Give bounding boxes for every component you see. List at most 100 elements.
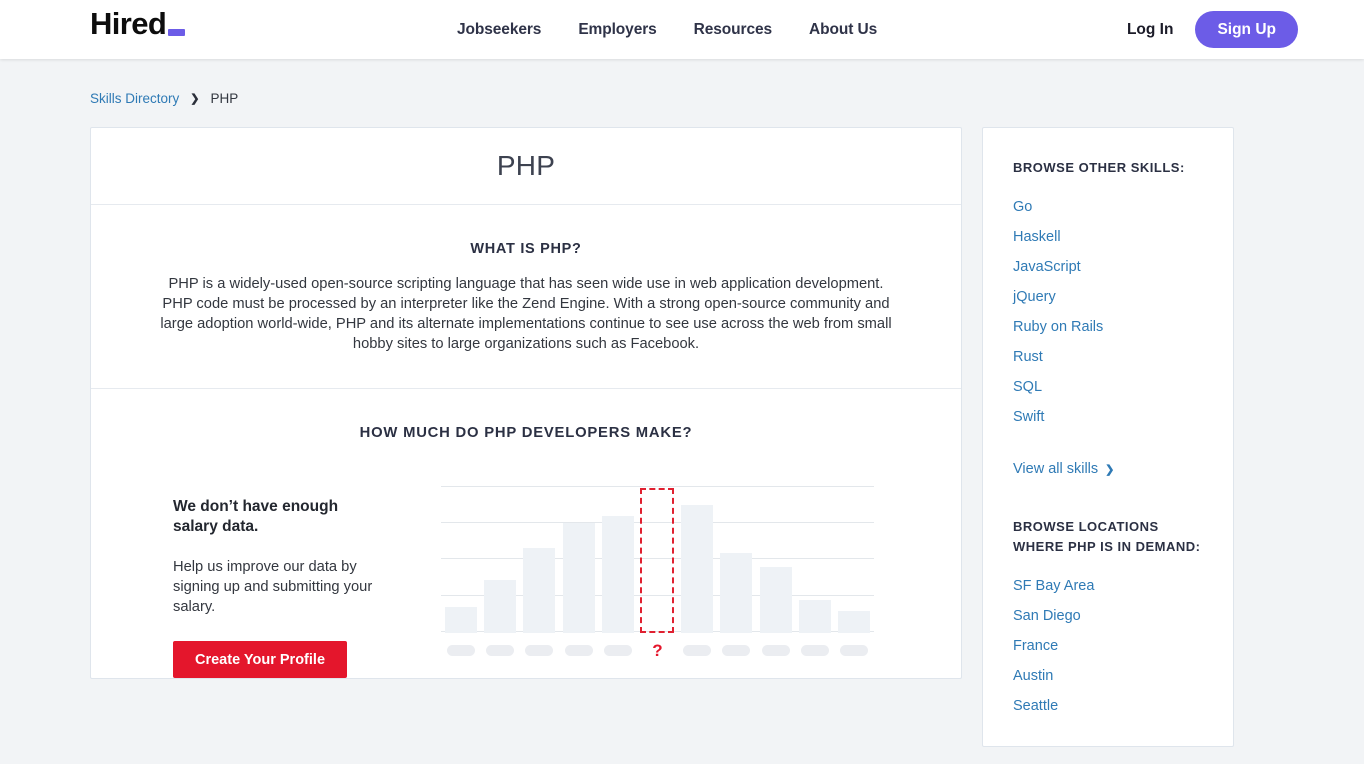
sidebar-item-rust[interactable]: Rust: [1013, 349, 1203, 365]
nav-item-about-us[interactable]: About Us: [809, 21, 877, 39]
chart-bar-slot: [835, 487, 874, 633]
chart-bar-slot: [441, 487, 480, 633]
sidebar-item-austin[interactable]: Austin: [1013, 668, 1203, 684]
chart-axis-tick: [756, 644, 795, 657]
chevron-right-icon: ❯: [190, 93, 200, 105]
chart-axis-tick: [559, 644, 598, 657]
site-header: Hired Jobseekers Employers Resources Abo…: [0, 0, 1364, 59]
chart-bar: [444, 607, 477, 633]
sidebar-item-swift[interactable]: Swift: [1013, 409, 1203, 425]
sidebar-item-ruby-on-rails[interactable]: Ruby on Rails: [1013, 319, 1203, 335]
chart-axis-tick: [520, 644, 559, 657]
browse-skills-heading: BROWSE OTHER SKILLS:: [1013, 160, 1185, 175]
main-content-card: PHP WHAT IS PHP? PHP is a widely-used op…: [90, 127, 962, 679]
logo-text: Hired: [90, 6, 167, 41]
breadcrumb: Skills Directory ❯ PHP: [0, 59, 1364, 106]
chart-bar-slot: [717, 487, 756, 633]
axis-label-placeholder: [840, 645, 869, 656]
sidebar-card: BROWSE OTHER SKILLS: Go Haskell JavaScri…: [982, 127, 1234, 747]
site-logo[interactable]: Hired: [90, 6, 186, 41]
chart-bar: [602, 516, 635, 633]
chart-bar: [720, 553, 753, 633]
create-your-profile-button[interactable]: Create Your Profile: [173, 641, 348, 678]
chart-axis-tick: [598, 644, 637, 657]
axis-label-placeholder: [682, 645, 711, 656]
chart-bar-slot: [480, 487, 519, 633]
axis-label-placeholder: [486, 645, 515, 656]
chevron-right-icon: ❯: [1105, 463, 1115, 476]
page-layout: PHP WHAT IS PHP? PHP is a widely-used op…: [0, 106, 1364, 747]
no-data-subtext: Help us improve our data by signing up a…: [173, 559, 373, 615]
axis-label-placeholder: [800, 645, 829, 656]
breadcrumb-link-skills-directory[interactable]: Skills Directory: [90, 91, 179, 106]
chart-bar: [798, 600, 831, 633]
no-data-title: We don’t have enough salary data.: [173, 498, 339, 535]
nav-item-employers[interactable]: Employers: [578, 21, 656, 39]
missing-data-question-mark: ?: [652, 641, 663, 660]
view-all-skills-label: View all skills: [1013, 461, 1099, 477]
chart-bar-slot: [559, 487, 598, 633]
about-text: PHP is a widely-used open-source scripti…: [160, 276, 892, 352]
salary-section: HOW MUCH DO PHP DEVELOPERS MAKE? We don’…: [91, 389, 961, 678]
sidebar-item-go[interactable]: Go: [1013, 199, 1203, 215]
chart-bar-slot: [677, 487, 716, 633]
chart-bar-slot: [598, 487, 637, 633]
chart-bar: [759, 567, 792, 633]
page-title: PHP: [496, 150, 556, 181]
breadcrumb-current: PHP: [210, 91, 239, 106]
chart-bar: [838, 611, 871, 633]
skills-link-list: Go Haskell JavaScript jQuery Ruby on Rai…: [1013, 199, 1203, 425]
sidebar-item-sf-bay-area[interactable]: SF Bay Area: [1013, 578, 1203, 594]
chart-axis-tick-unknown: ?: [638, 641, 677, 660]
chart-bar: [523, 548, 556, 633]
chart-axis-tick: [835, 644, 874, 657]
about-heading: WHAT IS PHP?: [470, 241, 582, 257]
sidebar-item-javascript[interactable]: JavaScript: [1013, 259, 1203, 275]
view-all-skills-link[interactable]: View all skills ❯: [1013, 461, 1114, 477]
log-in-link[interactable]: Log In: [1127, 21, 1174, 39]
chart-bar-slot: [520, 487, 559, 633]
header-actions: Log In Sign Up: [1127, 0, 1298, 59]
nav-item-jobseekers[interactable]: Jobseekers: [457, 21, 541, 39]
salary-chart-column: ?: [437, 486, 947, 678]
browse-locations-heading: BROWSE LOCATIONS WHERE PHP IS IN DEMAND:: [1013, 519, 1201, 554]
main-navigation: Jobseekers Employers Resources About Us: [457, 0, 877, 59]
chart-bar: [680, 505, 713, 633]
chart-axis-tick: [795, 644, 834, 657]
browse-locations-block: BROWSE LOCATIONS WHERE PHP IS IN DEMAND:…: [983, 517, 1233, 714]
chart-bar-slot: [795, 487, 834, 633]
chart-axis-tick: [717, 644, 756, 657]
no-salary-data-panel: We don’t have enough salary data. Help u…: [173, 486, 385, 678]
sidebar-item-france[interactable]: France: [1013, 638, 1203, 654]
locations-link-list: SF Bay Area San Diego France Austin Seat…: [1013, 578, 1203, 714]
sign-up-button[interactable]: Sign Up: [1195, 11, 1298, 48]
sidebar-item-sql[interactable]: SQL: [1013, 379, 1203, 395]
axis-label-placeholder: [604, 645, 633, 656]
chart-bar: [562, 523, 595, 633]
nav-item-resources[interactable]: Resources: [694, 21, 772, 39]
chart-axis-tick: [677, 644, 716, 657]
chart-axis-tick: [480, 644, 519, 657]
axis-label-placeholder: [525, 645, 554, 656]
sidebar-item-san-diego[interactable]: San Diego: [1013, 608, 1203, 624]
salary-body: We don’t have enough salary data. Help u…: [91, 486, 961, 678]
sidebar-item-seattle[interactable]: Seattle: [1013, 698, 1203, 714]
page-title-section: PHP: [91, 128, 961, 205]
chart-axis-tick: [441, 644, 480, 657]
sidebar-item-haskell[interactable]: Haskell: [1013, 229, 1203, 245]
chart-bar-slot: [756, 487, 795, 633]
chart-bars: [441, 487, 874, 633]
browse-skills-block: BROWSE OTHER SKILLS: Go Haskell JavaScri…: [983, 158, 1233, 478]
logo-underscore-icon: [168, 29, 186, 36]
chart-bar-missing-data-outline: [640, 488, 675, 633]
axis-label-placeholder: [722, 645, 751, 656]
axis-label-placeholder: [761, 645, 790, 656]
chart-axis-labels: ?: [441, 641, 874, 660]
chart-bar-slot-unknown: [638, 487, 677, 633]
axis-label-placeholder: [446, 645, 475, 656]
sidebar-item-jquery[interactable]: jQuery: [1013, 289, 1203, 305]
chart-bar: [484, 580, 517, 633]
axis-label-placeholder: [564, 645, 593, 656]
about-section: WHAT IS PHP? PHP is a widely-used open-s…: [91, 205, 961, 389]
salary-heading: HOW MUCH DO PHP DEVELOPERS MAKE?: [359, 425, 693, 441]
